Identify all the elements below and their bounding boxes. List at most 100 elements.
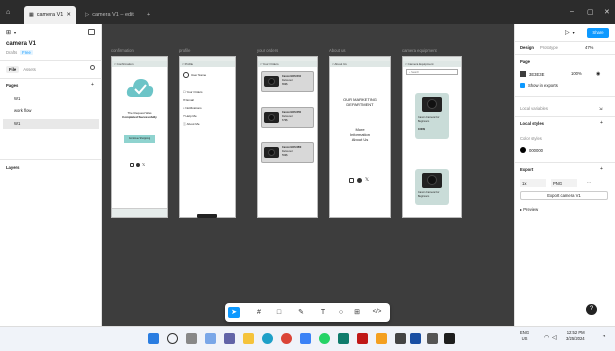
profile-item-email[interactable]: ✉ Email — [183, 98, 194, 102]
eye-icon[interactable]: ◉ — [596, 71, 600, 77]
frame-profile[interactable]: < Profile User Name ☐ Your Orders ✉ Emai… — [179, 56, 236, 218]
instagram-icon[interactable] — [130, 163, 134, 167]
frame-label-profile[interactable]: profile — [179, 48, 190, 53]
canvas[interactable]: confirmation < Confirmation The Request … — [102, 24, 514, 326]
twitter-icon[interactable]: 𝕏 — [365, 178, 369, 183]
add-export-icon[interactable]: + — [600, 166, 603, 172]
frame-your-orders[interactable]: < Your Orders Canon EOS R10 Delivered 89… — [257, 56, 318, 218]
order-card[interactable]: Canon EOS R10 Delivered 899$ — [261, 71, 314, 92]
dev-mode-icon[interactable]: </> — [370, 307, 384, 318]
tab-design[interactable]: Design — [520, 45, 534, 50]
export-format[interactable]: PNG — [551, 179, 577, 187]
help-button[interactable]: ? — [586, 304, 597, 315]
close-tab-icon[interactable]: ✕ — [66, 12, 71, 18]
frame-label-about-us[interactable]: About us — [329, 48, 346, 53]
shape-tool-icon[interactable]: □ — [273, 307, 285, 318]
start-icon[interactable] — [148, 333, 159, 344]
pen-tool-icon[interactable]: ✎ — [295, 307, 307, 318]
page-item-w1[interactable]: W1 — [14, 96, 20, 101]
page-color-value[interactable]: 3E3E3E — [529, 72, 544, 77]
move-tool-icon[interactable]: ➤ — [228, 307, 240, 318]
tab-camera-v1-edit[interactable]: ▷ camera V1 – edit — [80, 6, 140, 24]
language-indicator[interactable]: ENG US — [520, 330, 529, 342]
figma-menu-icon[interactable]: ⌂ — [6, 8, 15, 17]
wifi-icon[interactable]: ◠ — [544, 334, 549, 341]
task-view-icon[interactable] — [186, 333, 197, 344]
share-button[interactable]: Share — [587, 28, 609, 38]
frame-label-camera-equipment[interactable]: camera equipment — [402, 48, 437, 53]
add-tab-button[interactable]: + — [142, 6, 152, 24]
order-card[interactable]: Canon EOS R50 Delivered 679$ — [261, 107, 314, 128]
frame-about-us[interactable]: < About Us OUR MARKETING DEPARTMENT More… — [329, 56, 391, 218]
twitter-icon[interactable]: 𝕏 — [142, 163, 145, 167]
export-scale[interactable]: 1x — [520, 179, 546, 187]
profile-item-help[interactable]: ? Help Me — [183, 114, 197, 118]
export-button[interactable]: Export camera V1 — [520, 191, 608, 200]
profile-item-about[interactable]: ⓘ About Me — [183, 122, 200, 126]
project-location[interactable]: Drafts — [6, 50, 17, 55]
local-variables-icon[interactable]: ⇲ — [599, 106, 603, 111]
edge-icon[interactable] — [262, 333, 273, 344]
facebook-icon[interactable] — [357, 178, 362, 183]
mcafee-icon[interactable] — [357, 333, 368, 344]
product-card[interactable]: Canon Camera For Beginners — [415, 169, 449, 205]
actions-tool-icon[interactable]: ⊞ — [351, 307, 363, 318]
style-color-value[interactable]: 000000 — [529, 148, 543, 153]
frame-label-confirmation[interactable]: confirmation — [111, 48, 134, 53]
preview-toggle[interactable]: ▸ Preview — [520, 207, 538, 212]
app-icon[interactable] — [410, 333, 421, 344]
facebook-icon[interactable] — [136, 163, 140, 167]
frame-confirmation[interactable]: < Confirmation The Request Was Completed… — [111, 56, 168, 218]
local-variables[interactable]: Local variables — [520, 106, 548, 111]
widgets-icon[interactable] — [205, 333, 216, 344]
tab-assets[interactable]: Assets — [23, 67, 36, 72]
app-icon[interactable] — [427, 333, 438, 344]
app-icon[interactable] — [395, 333, 406, 344]
style-color-swatch[interactable] — [520, 147, 526, 153]
frame-label-your-orders[interactable]: your orders — [257, 48, 278, 53]
page-color-swatch[interactable] — [520, 71, 526, 77]
chrome-icon[interactable] — [281, 333, 292, 344]
checkbox[interactable] — [520, 83, 525, 88]
continue-shopping-button[interactable]: Continue Shopping — [124, 135, 155, 143]
more-options-icon[interactable]: ⋯ — [587, 180, 591, 185]
volume-icon[interactable]: ◁ — [552, 334, 557, 341]
comment-tool-icon[interactable]: ○ — [335, 307, 347, 318]
page-item-work-flow[interactable]: work flow — [14, 108, 31, 113]
store-icon[interactable] — [300, 333, 311, 344]
whatsapp-icon[interactable] — [319, 333, 330, 344]
order-card[interactable]: Canon EOS M50 Delivered 599$ — [261, 142, 314, 163]
file-explorer-icon[interactable] — [243, 333, 254, 344]
figma-icon[interactable] — [444, 333, 455, 344]
text-tool-icon[interactable]: T — [317, 307, 329, 318]
profile-item-notifications[interactable]: ♪ Notifications — [183, 106, 202, 110]
instagram-icon[interactable] — [349, 178, 354, 183]
product-card[interactable]: Canon Camera For Beginners 1000$ — [415, 93, 449, 139]
minimize-button[interactable]: – — [570, 8, 574, 15]
tab-camera-v1[interactable]: ▦ camera V1 ✕ — [24, 6, 76, 24]
chat-icon[interactable] — [224, 333, 235, 344]
notification-icon[interactable]: ◔ — [602, 334, 606, 340]
present-icon[interactable]: ▷ — [565, 29, 570, 36]
app-icon[interactable] — [338, 333, 349, 344]
tab-file[interactable]: File — [6, 66, 20, 73]
search-field[interactable]: ⌕ Search — [406, 69, 458, 75]
frame-tool-icon[interactable]: # — [253, 307, 265, 318]
zoom-level[interactable]: 47% — [585, 45, 593, 50]
maximize-button[interactable]: ▢ — [587, 8, 594, 16]
tab-prototype[interactable]: Prototype — [540, 45, 558, 50]
sidebar-toggle-icon[interactable] — [88, 29, 95, 35]
profile-item-orders[interactable]: ☐ Your Orders — [183, 90, 203, 94]
main-menu[interactable]: ⊞ ▾ — [6, 29, 16, 36]
page-opacity[interactable]: 100% — [571, 71, 582, 76]
clock[interactable]: 12:52 PM 3/25/2024 — [566, 330, 585, 342]
frame-camera-equipment[interactable]: < Camera Equipment ⌕ Search Canon Camera… — [402, 56, 462, 218]
page-item-w1-selected[interactable]: W1 — [3, 119, 99, 129]
search-icon[interactable] — [90, 65, 95, 70]
add-style-icon[interactable]: + — [600, 120, 603, 126]
app-icon[interactable] — [376, 333, 387, 344]
project-name[interactable]: camera V1 — [6, 41, 36, 47]
close-button[interactable]: ✕ — [604, 8, 610, 16]
add-page-icon[interactable]: + — [91, 82, 94, 88]
taskbar-search-icon[interactable] — [167, 333, 178, 344]
